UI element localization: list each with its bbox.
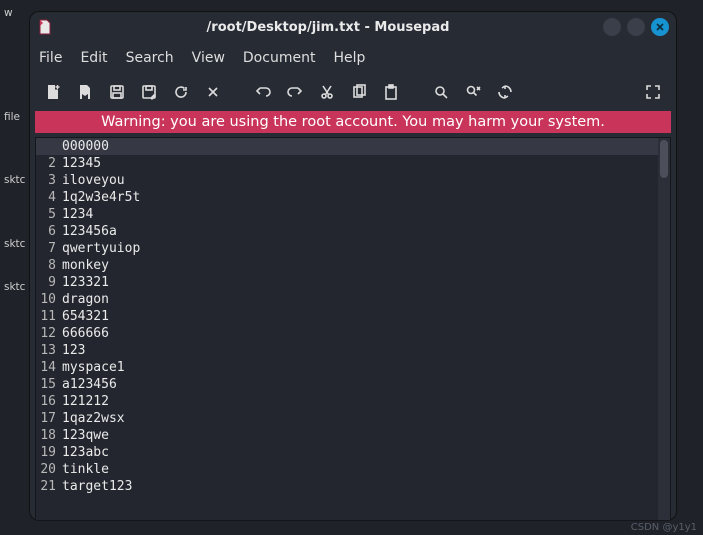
- menu-view[interactable]: View: [192, 50, 225, 66]
- app-icon: [37, 19, 53, 35]
- code-line[interactable]: 654321: [62, 308, 658, 325]
- paste-icon[interactable]: [377, 78, 405, 106]
- close-file-icon[interactable]: [199, 78, 227, 106]
- line-number: 7: [36, 240, 56, 257]
- code-line[interactable]: myspace1: [62, 359, 658, 376]
- watermark-text: CSDN @y1y1: [631, 522, 697, 533]
- line-number: 17: [36, 410, 56, 427]
- toolbar: [29, 73, 677, 111]
- code-line[interactable]: a123456: [62, 376, 658, 393]
- maximize-button[interactable]: [627, 18, 645, 36]
- code-line[interactable]: tinkle: [62, 461, 658, 478]
- desktop-icon-fragments: w file sktc sktc sktc: [0, 0, 29, 320]
- fullscreen-icon[interactable]: [639, 78, 667, 106]
- code-line[interactable]: dragon: [62, 291, 658, 308]
- line-number: 16: [36, 393, 56, 410]
- line-number: 4: [36, 189, 56, 206]
- goto-icon[interactable]: [491, 78, 519, 106]
- code-line[interactable]: 12345: [62, 155, 658, 172]
- line-number: 3: [36, 172, 56, 189]
- line-number: 10: [36, 291, 56, 308]
- mousepad-window: /root/Desktop/jim.txt - Mousepad File Ed…: [29, 11, 677, 521]
- menu-file[interactable]: File: [39, 50, 62, 66]
- line-number: 15: [36, 376, 56, 393]
- line-number: 9: [36, 274, 56, 291]
- line-number: 6: [36, 223, 56, 240]
- vertical-scrollbar[interactable]: [658, 138, 670, 520]
- code-line[interactable]: 123abc: [62, 444, 658, 461]
- line-number: 2: [36, 155, 56, 172]
- reload-icon[interactable]: [167, 78, 195, 106]
- code-line[interactable]: target123: [62, 478, 658, 495]
- code-line[interactable]: iloveyou: [62, 172, 658, 189]
- line-number: 20: [36, 461, 56, 478]
- menu-edit[interactable]: Edit: [80, 50, 107, 66]
- code-line[interactable]: 1q2w3e4r5t: [62, 189, 658, 206]
- line-number: 21: [36, 478, 56, 495]
- code-line[interactable]: 666666: [62, 325, 658, 342]
- menu-search[interactable]: Search: [126, 50, 174, 66]
- line-number-gutter: 123456789101112131415161718192021: [36, 138, 62, 520]
- minimize-button[interactable]: [603, 18, 621, 36]
- code-line[interactable]: 123321: [62, 274, 658, 291]
- code-line[interactable]: qwertyuiop: [62, 240, 658, 257]
- save-as-icon[interactable]: [135, 78, 163, 106]
- menubar: File Edit Search View Document Help: [29, 43, 677, 73]
- line-number: 13: [36, 342, 56, 359]
- new-file-icon[interactable]: [39, 78, 67, 106]
- open-file-icon[interactable]: [71, 78, 99, 106]
- code-line[interactable]: monkey: [62, 257, 658, 274]
- code-line[interactable]: 121212: [62, 393, 658, 410]
- close-button[interactable]: [651, 18, 669, 36]
- copy-icon[interactable]: [345, 78, 373, 106]
- code-line[interactable]: 000000: [62, 138, 658, 155]
- line-number: 14: [36, 359, 56, 376]
- editor-area[interactable]: 123456789101112131415161718192021 000000…: [35, 137, 671, 521]
- code-line[interactable]: 123: [62, 342, 658, 359]
- line-number: 18: [36, 427, 56, 444]
- save-file-icon[interactable]: [103, 78, 131, 106]
- window-title: /root/Desktop/jim.txt - Mousepad: [61, 20, 595, 35]
- line-number: 12: [36, 325, 56, 342]
- titlebar[interactable]: /root/Desktop/jim.txt - Mousepad: [29, 11, 677, 43]
- line-number: 11: [36, 308, 56, 325]
- code-line[interactable]: 123qwe: [62, 427, 658, 444]
- menu-document[interactable]: Document: [243, 50, 316, 66]
- menu-help[interactable]: Help: [333, 50, 365, 66]
- code-line[interactable]: 1234: [62, 206, 658, 223]
- code-line[interactable]: 1qaz2wsx: [62, 410, 658, 427]
- code-line[interactable]: 123456a: [62, 223, 658, 240]
- scrollbar-thumb[interactable]: [660, 140, 668, 178]
- find-icon[interactable]: [427, 78, 455, 106]
- text-content[interactable]: 00000012345iloveyou1q2w3e4r5t1234123456a…: [62, 138, 658, 520]
- line-number: 8: [36, 257, 56, 274]
- root-warning-banner: Warning: you are using the root account.…: [35, 111, 671, 133]
- redo-icon[interactable]: [281, 78, 309, 106]
- line-number: 19: [36, 444, 56, 461]
- line-number: 5: [36, 206, 56, 223]
- find-replace-icon[interactable]: [459, 78, 487, 106]
- undo-icon[interactable]: [249, 78, 277, 106]
- cut-icon[interactable]: [313, 78, 341, 106]
